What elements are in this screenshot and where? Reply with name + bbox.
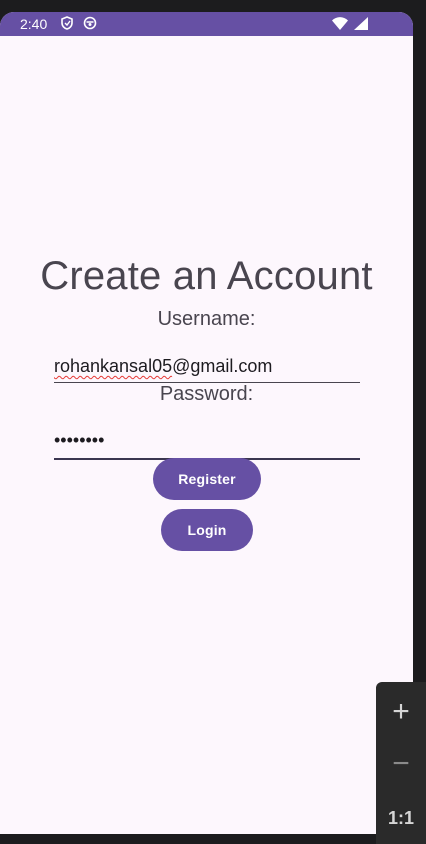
username-field[interactable]: rohankansal05@gmail.com: [54, 354, 360, 383]
page-title: Create an Account: [40, 254, 373, 298]
username-value: rohankansal05@gmail.com: [54, 356, 272, 377]
zoom-reset-button[interactable]: 1:1: [376, 796, 426, 840]
zoom-controls: + − 1:1: [376, 682, 426, 844]
status-time: 2:40: [20, 16, 48, 32]
wifi-icon: [332, 17, 349, 30]
app-notification-icon: [83, 16, 97, 30]
status-bar: 2:40: [0, 12, 413, 36]
password-field[interactable]: ••••••••: [54, 430, 360, 460]
status-right-icons: [332, 17, 368, 31]
register-form: Create an Account Username: rohankansal0…: [0, 36, 413, 834]
zoom-out-button[interactable]: −: [376, 742, 426, 786]
username-label: Username:: [157, 308, 256, 330]
username-value-domain: @gmail.com: [172, 356, 273, 376]
cell-signal-icon: [354, 17, 368, 30]
register-button[interactable]: Register: [153, 458, 261, 500]
phone-screen: 2:40 Create an Account Username: rohanka…: [0, 12, 413, 834]
password-value: ••••••••: [54, 430, 105, 450]
shield-icon: [60, 16, 74, 30]
password-label: Password:: [159, 383, 254, 405]
zoom-in-button[interactable]: +: [376, 690, 426, 734]
username-value-misspelled: rohankansal05: [54, 356, 173, 376]
login-button[interactable]: Login: [161, 509, 253, 551]
